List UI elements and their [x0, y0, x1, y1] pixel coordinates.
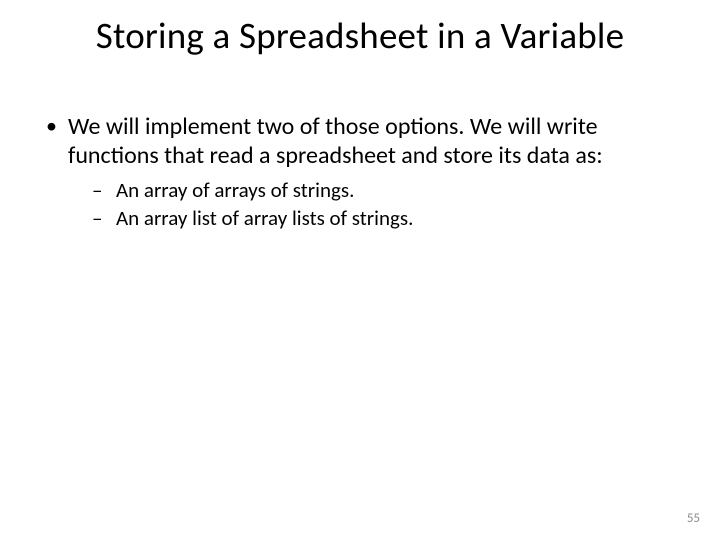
bullet-list: We will implement two of those options. … — [40, 112, 670, 232]
slide-title: Storing a Spreadsheet in a Variable — [0, 16, 720, 57]
sub-bullet-text: An array of arrays of strings. — [116, 177, 354, 203]
bullet-text: We will implement two of those options. … — [68, 112, 603, 170]
slide: Storing a Spreadsheet in a Variable We w… — [0, 0, 720, 540]
sub-bullet-text: An array list of array lists of strings. — [116, 205, 413, 231]
sub-bullet-item: An array list of array lists of strings. — [68, 205, 670, 232]
sub-bullet-list: An array of arrays of strings. An array … — [68, 177, 670, 233]
sub-bullet-item: An array of arrays of strings. — [68, 177, 670, 204]
bullet-item: We will implement two of those options. … — [40, 112, 670, 232]
slide-body: We will implement two of those options. … — [40, 112, 670, 240]
page-number: 55 — [687, 511, 700, 526]
